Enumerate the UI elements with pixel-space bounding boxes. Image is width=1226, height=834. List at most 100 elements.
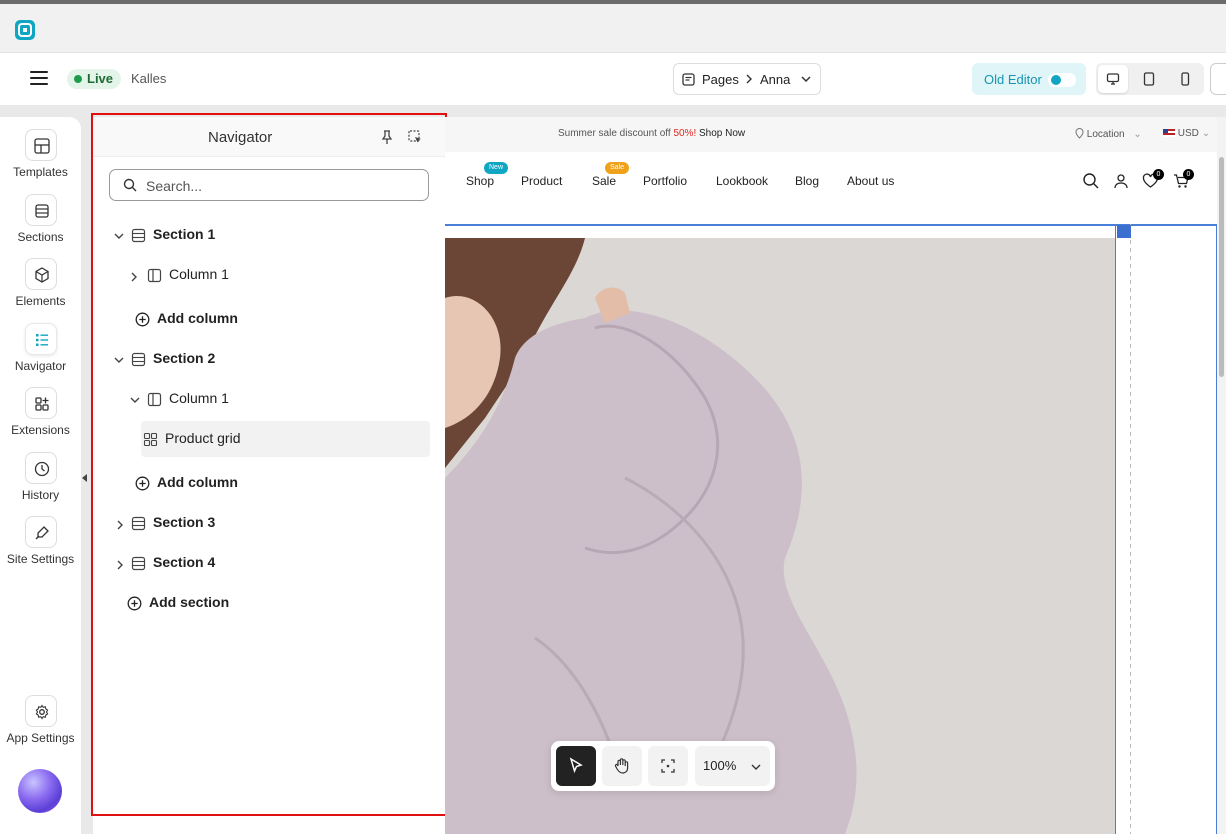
menu-item-lookbook[interactable]: Lookbook [716, 174, 768, 188]
sidebar-label: Sections [17, 230, 64, 244]
tree-item-section-3[interactable]: Section 3 [93, 505, 445, 541]
currency-selector[interactable]: USD ⌄ [1163, 128, 1210, 139]
device-switcher [1096, 63, 1204, 95]
breadcrumb-chevron-icon [746, 74, 752, 84]
tree-item-column[interactable]: Column 1 [93, 381, 445, 417]
add-column-button[interactable]: Add column [93, 465, 445, 501]
search-icon[interactable] [1082, 172, 1100, 190]
sidebar-item-templates[interactable]: Templates [0, 129, 81, 179]
tree-item-column[interactable]: Column 1 [93, 257, 445, 293]
sidebar-item-sections[interactable]: Sections [0, 194, 81, 244]
tree-item-label: Column 1 [169, 390, 229, 406]
store-name: Kalles [131, 71, 167, 86]
sidebar-label: Extensions [11, 423, 70, 437]
mobile-icon [1181, 72, 1190, 86]
tree-item-product-grid[interactable]: Product grid [141, 421, 430, 457]
preview-canvas: Summer sale discount off 50%! Shop Now L… [445, 117, 1217, 834]
navigator-icon [35, 334, 48, 346]
menu-label: Blog [795, 174, 820, 188]
tree-item-section-2[interactable]: Section 2 [93, 341, 445, 377]
navigator-search[interactable] [109, 169, 429, 201]
old-editor-label: Old Editor [984, 72, 1042, 87]
sidebar-item-extensions[interactable]: Extensions [0, 387, 81, 437]
templates-icon [33, 138, 50, 154]
plus-circle-icon [135, 312, 150, 327]
sidebar-item-app-settings[interactable]: App Settings [0, 695, 81, 745]
menu-icon[interactable] [30, 71, 48, 87]
fit-screen-button[interactable] [648, 746, 688, 786]
add-column-button[interactable]: Add column [93, 301, 445, 337]
history-icon [34, 461, 49, 477]
pan-tool-button[interactable] [602, 746, 642, 786]
chevron-right-icon[interactable] [129, 271, 139, 283]
menu-item-blog[interactable]: Blog [795, 174, 819, 188]
ai-assistant-orb-icon[interactable] [18, 769, 62, 813]
canvas-scrollbar[interactable] [1217, 117, 1226, 834]
old-editor-toggle[interactable]: Old Editor [972, 63, 1086, 95]
location-chevron-icon: ⌄ [1133, 129, 1142, 140]
select-tool-button[interactable] [556, 746, 596, 786]
menu-item-shop[interactable]: Shop New [466, 162, 509, 188]
tablet-view-button[interactable] [1134, 65, 1164, 93]
pin-icon[interactable] [380, 129, 394, 145]
chevron-down-icon[interactable] [129, 395, 141, 405]
canvas-guides [1115, 224, 1217, 834]
zoom-value: 100% [703, 758, 737, 773]
currency-chevron-icon: ⌄ [1201, 128, 1211, 139]
announcement-bar: Summer sale discount off 50%! Shop Now L… [445, 117, 1217, 152]
desktop-view-button[interactable] [1098, 65, 1128, 93]
chevron-down-icon[interactable] [113, 355, 125, 365]
account-icon[interactable] [1113, 173, 1129, 189]
navigator-header: Navigator [93, 117, 445, 157]
menu-item-product[interactable]: Product [521, 174, 562, 188]
sidebar-item-site-settings[interactable]: Site Settings [0, 516, 81, 566]
announcement-before: Summer sale discount off [558, 128, 674, 139]
sale-badge: Sale [605, 162, 630, 174]
sidebar-item-navigator[interactable]: Navigator [0, 323, 81, 373]
guide-line [1115, 224, 1116, 834]
zoom-selector[interactable]: 100% [695, 746, 770, 786]
plus-circle-icon [135, 476, 150, 491]
location-selector[interactable]: Location ⌄ [1075, 128, 1142, 140]
left-sidebar: Templates Sections Elements Navigator Ex… [0, 117, 81, 834]
collapse-panel-handle[interactable] [81, 470, 89, 486]
wishlist-count: 0 [1153, 169, 1164, 180]
sidebar-label: Navigator [14, 359, 67, 373]
tree-item-section-1[interactable]: Section 1 [93, 217, 445, 253]
menu-item-sale[interactable]: Sale Sale [592, 162, 630, 188]
plus-circle-icon [127, 596, 142, 611]
chevron-down-icon[interactable] [113, 231, 125, 241]
site-settings-icon [35, 526, 49, 540]
app-settings-icon [35, 704, 48, 720]
sidebar-item-history[interactable]: History [0, 452, 81, 502]
section-icon [131, 556, 146, 571]
sidebar-label: Templates [13, 165, 68, 179]
navigator-panel: Navigator Section 1 Column 1 Add column … [93, 117, 445, 834]
section-icon [131, 516, 146, 531]
location-pin-icon [1075, 128, 1084, 139]
sidebar-item-elements[interactable]: Elements [0, 258, 81, 308]
menu-item-portfolio[interactable]: Portfolio [643, 174, 687, 188]
shop-now-link[interactable]: Shop Now [696, 128, 745, 139]
app-logo-icon [15, 20, 35, 40]
search-input[interactable] [146, 176, 416, 196]
elements-icon [34, 267, 49, 283]
add-section-button[interactable]: Add section [93, 585, 445, 621]
canvas-toolbar: 100% [551, 741, 775, 791]
currency-label: USD [1177, 128, 1199, 139]
toggle-switch[interactable] [1048, 73, 1076, 87]
edit-section-icon[interactable] [1117, 225, 1131, 238]
select-element-icon[interactable] [407, 129, 423, 145]
page-selector[interactable]: Pages Anna [673, 63, 821, 95]
tree-item-section-4[interactable]: Section 4 [93, 545, 445, 581]
us-flag-icon [1163, 129, 1175, 137]
mobile-view-button[interactable] [1170, 65, 1200, 93]
tree-item-label: Product grid [165, 430, 241, 446]
section-selection-outline [445, 224, 1217, 226]
column-icon [147, 392, 162, 407]
hero-image[interactable] [445, 238, 1115, 834]
undo-button[interactable] [1210, 63, 1226, 95]
menu-item-about[interactable]: About us [847, 174, 894, 188]
chevron-right-icon[interactable] [115, 559, 125, 571]
chevron-right-icon[interactable] [115, 519, 125, 531]
